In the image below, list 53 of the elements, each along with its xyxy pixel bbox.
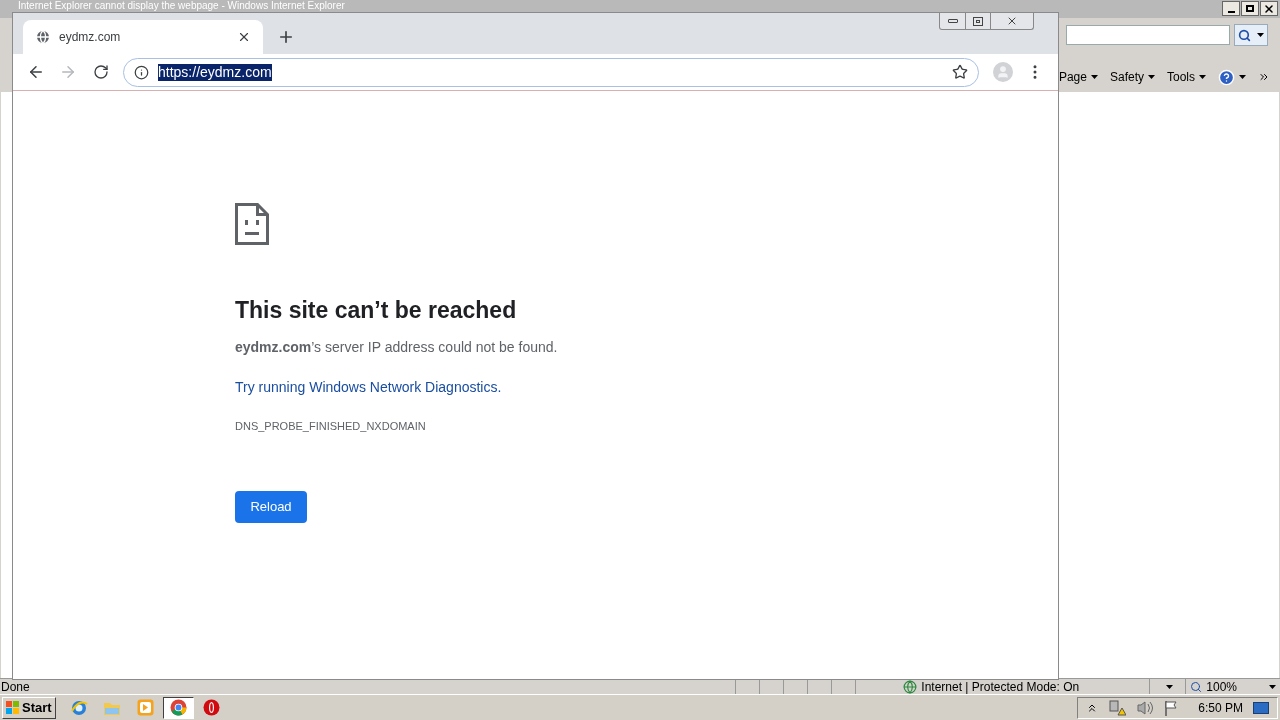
new-tab-icon[interactable] — [277, 28, 295, 46]
flag-icon — [1164, 699, 1179, 716]
caret-icon — [1090, 75, 1098, 79]
start-button[interactable]: Start — [2, 696, 56, 719]
chrome-icon — [169, 699, 187, 716]
command-menu-button[interactable]: Page — [1058, 68, 1098, 86]
command-menu-button[interactable]: Safety — [1109, 68, 1155, 86]
taskbar-app-button[interactable] — [162, 696, 194, 719]
restore-button[interactable] — [1241, 1, 1259, 16]
help-button[interactable] — [1218, 68, 1246, 86]
star-icon[interactable] — [952, 64, 968, 80]
clock-text: 6:50 PM — [1198, 699, 1243, 717]
globe-icon — [35, 29, 51, 45]
minimize-button[interactable] — [1222, 1, 1240, 16]
desktop-icon[interactable] — [1253, 701, 1269, 714]
close-icon — [1006, 15, 1018, 27]
error-code: DNS_PROBE_FINISHED_NXDOMAIN — [235, 419, 426, 434]
window-title: Internet Explorer cannot display the webpage - Windows Internet Explorer — [18, 0, 345, 11]
status-text: Done — [1, 678, 30, 696]
play-icon — [136, 699, 154, 716]
close-icon — [1263, 2, 1275, 15]
info-icon — [134, 64, 149, 80]
caret-icon — [1199, 75, 1206, 79]
caret-icon — [1257, 33, 1264, 37]
speaker-icon — [1136, 699, 1155, 716]
caret-icon — [1239, 75, 1246, 79]
windows-logo-icon — [6, 700, 20, 715]
caret-icon — [1148, 75, 1155, 79]
search-button[interactable] — [1234, 24, 1268, 46]
o-ring-icon — [202, 699, 220, 716]
search-field[interactable] — [1066, 25, 1230, 45]
reload-icon[interactable] — [93, 64, 109, 80]
browser-tab[interactable]: eydmz.com — [23, 20, 263, 54]
url-text: https://eydmz.com — [158, 63, 272, 81]
close-icon[interactable] — [237, 30, 251, 44]
diagnostics-link[interactable]: Try running Windows Network Diagnostics. — [235, 377, 502, 398]
sad-page-icon — [235, 203, 269, 245]
more-icon — [1258, 71, 1270, 83]
network-warning-icon — [1108, 699, 1127, 716]
error-message: eydmz.com’s server IP address could not be found. — [235, 338, 558, 357]
caret-icon — [1166, 684, 1174, 689]
tab-title: eydmz.com — [59, 29, 121, 46]
search-icon — [1238, 28, 1251, 42]
globe-icon — [903, 679, 918, 694]
error-heading: This site can’t be reached — [235, 296, 517, 325]
zoom-icon — [1190, 680, 1203, 693]
back-icon[interactable] — [27, 63, 45, 81]
command-menu-button[interactable]: Tools — [1167, 68, 1206, 86]
caret-icon — [1269, 684, 1276, 689]
browser-e-icon — [70, 698, 89, 717]
close-button[interactable] — [1260, 1, 1278, 16]
reload-button[interactable]: Reload — [235, 490, 307, 523]
zone-text: Internet | Protected Mode: On — [921, 678, 1081, 696]
